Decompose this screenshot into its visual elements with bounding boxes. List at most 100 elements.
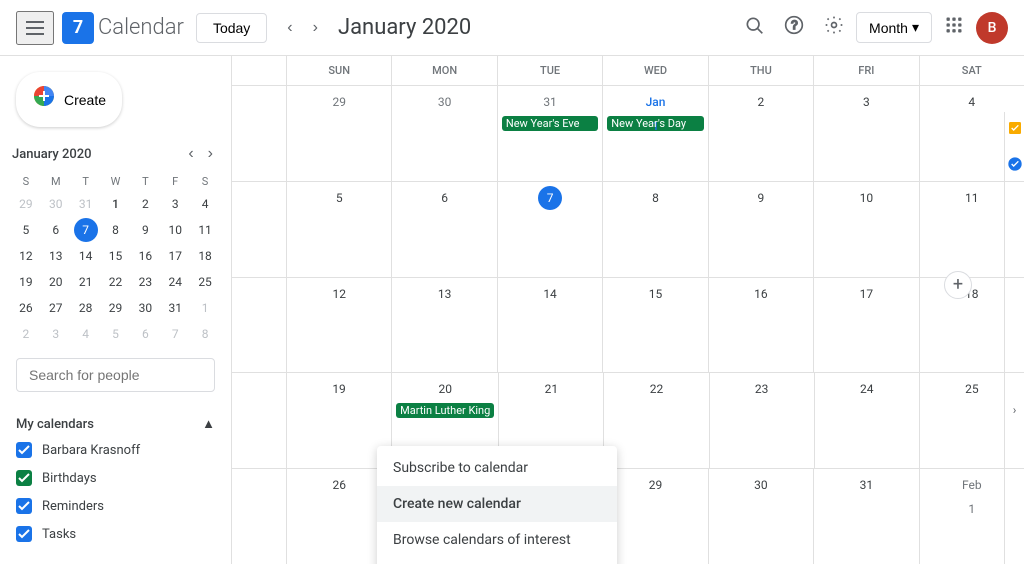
day-num-6[interactable]: 6 <box>433 186 457 210</box>
settings-button[interactable] <box>816 7 852 48</box>
mini-day-20[interactable]: 20 <box>44 270 68 294</box>
mini-day-3[interactable]: 3 <box>163 192 187 216</box>
day-num-25[interactable]: 25 <box>960 377 984 401</box>
day-num-21[interactable]: 21 <box>539 377 563 401</box>
cal-cell-14[interactable]: 14 <box>497 278 602 373</box>
search-people-input[interactable] <box>16 358 215 392</box>
expand-panel-arrow[interactable]: › <box>1013 403 1017 417</box>
search-button[interactable] <box>736 7 772 48</box>
mini-day-11[interactable]: 11 <box>193 218 217 242</box>
mini-day-30prev[interactable]: 30 <box>44 192 68 216</box>
cal-cell-26[interactable]: 26 <box>286 469 391 564</box>
mini-cal-prev[interactable]: ‹ <box>182 143 199 165</box>
day-num-13[interactable]: 13 <box>433 282 457 306</box>
cal-cell-2[interactable]: 2 <box>708 86 813 181</box>
cal-cell-7[interactable]: 7 <box>497 182 602 277</box>
day-num-8[interactable]: 8 <box>643 186 667 210</box>
mini-day-1next[interactable]: 1 <box>193 296 217 320</box>
mini-day-8next[interactable]: 8 <box>193 322 217 346</box>
mini-day-7next[interactable]: 7 <box>163 322 187 346</box>
cal-item-birthdays[interactable]: Birthdays <box>0 464 231 492</box>
mini-day-6next[interactable]: 6 <box>133 322 157 346</box>
mini-day-12[interactable]: 12 <box>14 244 38 268</box>
cal-item-tasks[interactable]: Tasks <box>0 520 231 548</box>
menu-button[interactable] <box>16 11 54 45</box>
day-num-7-today[interactable]: 7 <box>538 186 562 210</box>
cal-cell-15[interactable]: 15 <box>602 278 707 373</box>
day-num-24[interactable]: 24 <box>855 377 879 401</box>
cal-cell-jan1[interactable]: Jan 1 New Year's Day <box>602 86 707 181</box>
cal-cell-29prev[interactable]: 29 <box>286 86 391 181</box>
apps-button[interactable] <box>936 7 972 48</box>
mini-day-30[interactable]: 30 <box>133 296 157 320</box>
day-num-23[interactable]: 23 <box>750 377 774 401</box>
mini-day-27[interactable]: 27 <box>44 296 68 320</box>
mini-day-10[interactable]: 10 <box>163 218 187 242</box>
cal-cell-19[interactable]: 19 <box>286 373 391 468</box>
day-num-14[interactable]: 14 <box>538 282 562 306</box>
mini-day-8[interactable]: 8 <box>103 218 127 242</box>
cal-cell-31[interactable]: 31 <box>813 469 918 564</box>
cal-cell-8[interactable]: 8 <box>602 182 707 277</box>
mini-day-7[interactable]: 7 <box>74 218 98 242</box>
cal-cell-17[interactable]: 17 <box>813 278 918 373</box>
day-num-10[interactable]: 10 <box>854 186 878 210</box>
cal-cell-30prev[interactable]: 30 <box>391 86 496 181</box>
menu-create-calendar[interactable]: Create new calendar <box>377 486 617 522</box>
tasks-panel-icon[interactable] <box>1007 120 1023 140</box>
mini-day-21[interactable]: 21 <box>74 270 98 294</box>
menu-browse[interactable]: Browse calendars of interest <box>377 522 617 558</box>
day-num-2[interactable]: 2 <box>749 90 773 114</box>
mini-day-16[interactable]: 16 <box>133 244 157 268</box>
mini-day-2[interactable]: 2 <box>133 192 157 216</box>
add-button[interactable]: + <box>944 271 972 299</box>
menu-subscribe[interactable]: Subscribe to calendar <box>377 450 617 486</box>
mini-day-23[interactable]: 23 <box>133 270 157 294</box>
my-calendars-header[interactable]: My calendars ▲ <box>0 408 231 436</box>
avatar[interactable]: B <box>976 12 1008 44</box>
view-dropdown[interactable]: Month ▾ <box>856 12 932 43</box>
mini-day-17[interactable]: 17 <box>163 244 187 268</box>
mini-day-24[interactable]: 24 <box>163 270 187 294</box>
mini-day-3next[interactable]: 3 <box>44 322 68 346</box>
day-num-30prev[interactable]: 30 <box>433 90 457 114</box>
day-num-31prev[interactable]: 31 <box>538 90 562 114</box>
cal-cell-29[interactable]: 29 <box>602 469 707 564</box>
day-num-15[interactable]: 15 <box>643 282 667 306</box>
mini-day-5next[interactable]: 5 <box>103 322 127 346</box>
day-num-12[interactable]: 12 <box>327 282 351 306</box>
mini-day-25[interactable]: 25 <box>193 270 217 294</box>
mini-day-31[interactable]: 31 <box>163 296 187 320</box>
day-num-19[interactable]: 19 <box>327 377 351 401</box>
mini-day-22[interactable]: 22 <box>103 270 127 294</box>
mini-day-6[interactable]: 6 <box>44 218 68 242</box>
day-num-5[interactable]: 5 <box>327 186 351 210</box>
day-num-jan1[interactable]: Jan 1 <box>643 90 667 114</box>
day-num-31[interactable]: 31 <box>854 473 878 497</box>
create-button[interactable]: Create <box>16 72 122 127</box>
today-button[interactable]: Today <box>196 13 267 43</box>
day-num-17[interactable]: 17 <box>854 282 878 306</box>
day-num-4[interactable]: 4 <box>960 90 984 114</box>
cal-cell-5[interactable]: 5 <box>286 182 391 277</box>
other-calendars-header[interactable]: Other calendars △ <box>0 556 231 564</box>
day-num-16[interactable]: 16 <box>749 282 773 306</box>
mini-day-14[interactable]: 14 <box>74 244 98 268</box>
cal-cell-24[interactable]: 24 <box>814 373 919 468</box>
day-num-29prev[interactable]: 29 <box>327 90 351 114</box>
event-new-years-day[interactable]: New Year's Day <box>607 116 703 131</box>
event-new-years-eve[interactable]: New Year's Eve <box>502 116 598 131</box>
mini-day-18[interactable]: 18 <box>193 244 217 268</box>
day-num-26[interactable]: 26 <box>327 473 351 497</box>
day-num-30[interactable]: 30 <box>749 473 773 497</box>
cal-cell-9[interactable]: 9 <box>708 182 813 277</box>
mini-day-29prev[interactable]: 29 <box>14 192 38 216</box>
day-num-feb1[interactable]: Feb 1 <box>960 473 984 497</box>
day-num-11[interactable]: 11 <box>960 186 984 210</box>
cal-cell-23[interactable]: 23 <box>709 373 814 468</box>
mini-day-2next[interactable]: 2 <box>14 322 38 346</box>
day-num-20[interactable]: 20 <box>433 377 457 401</box>
cal-cell-3[interactable]: 3 <box>813 86 918 181</box>
event-mlk[interactable]: Martin Luther King <box>396 403 494 418</box>
mini-day-15[interactable]: 15 <box>103 244 127 268</box>
